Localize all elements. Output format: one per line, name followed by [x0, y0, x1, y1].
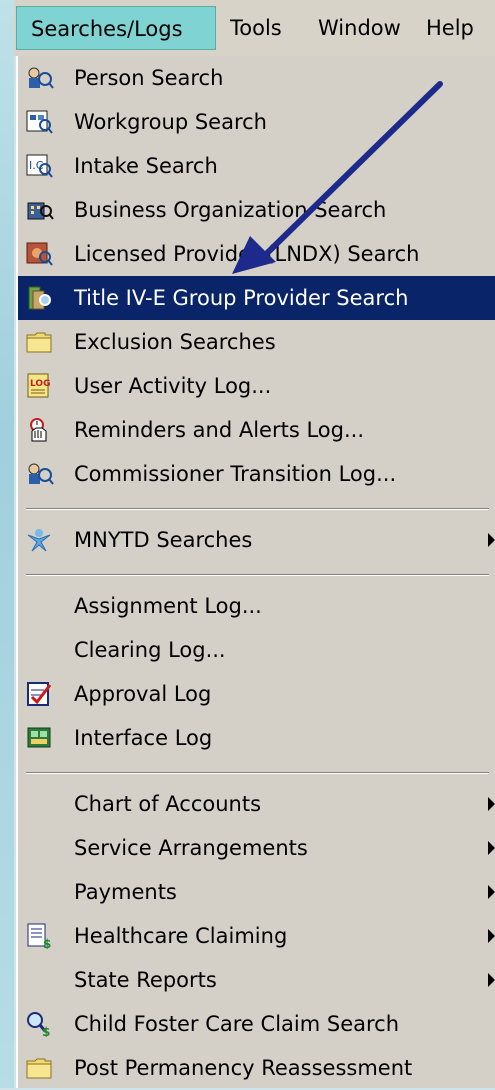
person-search-icon — [26, 65, 54, 91]
menu-item-licensed-provider-search[interactable]: Licensed Provider (LNDX) Search — [18, 232, 495, 276]
menu-item-state-reports[interactable]: State Reports — [18, 958, 495, 1002]
submenu-arrow-icon — [488, 533, 495, 547]
menu-item-label: Approval Log — [74, 682, 212, 706]
menu-item-label: Healthcare Claiming — [74, 924, 288, 948]
submenu-arrow-icon — [488, 797, 495, 811]
menu-item-clearing-log[interactable]: Clearing Log... — [18, 628, 495, 672]
intake-search-icon: I.C — [26, 153, 54, 179]
menu-separator — [26, 772, 489, 774]
menu-item-title-iv-e-group-provider-search[interactable]: Title IV-E Group Provider Search — [18, 276, 495, 320]
submenu-arrow-icon — [488, 973, 495, 987]
menu-item-label: Business Organization Search — [74, 198, 387, 222]
menu-item-label: Reminders and Alerts Log... — [74, 418, 364, 442]
interface-icon — [26, 725, 54, 751]
workgroup-search-icon — [26, 109, 54, 135]
menu-separator — [26, 574, 489, 576]
menu-item-label: Post Permanency Reassessment — [74, 1056, 413, 1080]
menu-item-label: Assignment Log... — [74, 594, 262, 618]
menu-item-exclusion-searches[interactable]: Exclusion Searches — [18, 320, 495, 364]
menu-item-label: Licensed Provider (LNDX) Search — [74, 242, 420, 266]
menu-tools[interactable]: Tools — [216, 6, 300, 50]
claim-search-icon: $ — [26, 1011, 54, 1039]
menu-item-reminders-alerts-log[interactable]: Reminders and Alerts Log... — [18, 408, 495, 452]
star-person-icon — [26, 527, 54, 553]
submenu-arrow-icon — [488, 929, 495, 943]
menu-item-workgroup-search[interactable]: Workgroup Search — [18, 100, 495, 144]
menu-window-label: Window — [318, 16, 401, 40]
alarm-clock-icon — [26, 417, 54, 443]
folder-icon — [26, 1055, 54, 1081]
menu-item-assignment-log[interactable]: Assignment Log... — [18, 584, 495, 628]
menu-item-payments[interactable]: Payments — [18, 870, 495, 914]
menu-item-label: Clearing Log... — [74, 638, 226, 662]
approval-checklist-icon — [26, 681, 54, 707]
menu-item-label: Exclusion Searches — [74, 330, 276, 354]
menu-item-interface-log[interactable]: Interface Log — [18, 716, 495, 760]
svg-text:$: $ — [43, 937, 51, 949]
menu-item-intake-search[interactable]: I.C Intake Search — [18, 144, 495, 188]
svg-text:LOG: LOG — [30, 379, 50, 389]
menu-searches-logs-label: Searches/Logs — [31, 17, 183, 41]
menu-bar: Searches/Logs Tools Window Help — [14, 0, 495, 56]
menu-item-post-permanency-reassessment[interactable]: Post Permanency Reassessment — [18, 1046, 495, 1090]
menu-help[interactable]: Help — [412, 6, 492, 50]
menu-item-label: Payments — [74, 880, 177, 904]
menu-item-mnytd-searches[interactable]: MNYTD Searches — [18, 518, 495, 562]
menu-item-approval-log[interactable]: Approval Log — [18, 672, 495, 716]
menu-item-label: Title IV-E Group Provider Search — [74, 286, 409, 310]
desktop-background — [0, 0, 14, 1088]
menu-item-chart-of-accounts[interactable]: Chart of Accounts — [18, 782, 495, 826]
menu-item-label: Commissioner Transition Log... — [74, 462, 397, 486]
menu-item-label: Person Search — [74, 66, 224, 90]
menu-item-label: Chart of Accounts — [74, 792, 262, 816]
menu-item-label: User Activity Log... — [74, 374, 272, 398]
person-search-icon — [26, 461, 54, 487]
menu-item-service-arrangements[interactable]: Service Arrangements — [18, 826, 495, 870]
menu-item-healthcare-claiming[interactable]: $ Healthcare Claiming — [18, 914, 495, 958]
menu-searches-logs[interactable]: Searches/Logs — [16, 6, 216, 50]
log-icon: LOG — [26, 373, 54, 399]
searches-logs-dropdown: Person Search Workgroup Search I.C Intak… — [16, 56, 495, 1088]
healthcare-claim-icon: $ — [26, 923, 54, 951]
menu-item-user-activity-log[interactable]: LOG User Activity Log... — [18, 364, 495, 408]
menu-item-child-foster-care-claim-search[interactable]: $ Child Foster Care Claim Search — [18, 1002, 495, 1046]
menu-tools-label: Tools — [230, 16, 282, 40]
menu-separator — [26, 508, 489, 510]
menu-window[interactable]: Window — [304, 6, 408, 50]
submenu-arrow-icon — [488, 885, 495, 899]
menu-item-commissioner-transition-log[interactable]: Commissioner Transition Log... — [18, 452, 495, 496]
menu-item-label: Workgroup Search — [74, 110, 267, 134]
submenu-arrow-icon — [488, 841, 495, 855]
menu-item-label: Intake Search — [74, 154, 218, 178]
menu-item-label: MNYTD Searches — [74, 528, 253, 552]
group-provider-icon — [26, 285, 54, 311]
folder-icon — [26, 329, 54, 355]
licensed-provider-icon — [26, 241, 54, 267]
svg-text:$: $ — [42, 1025, 50, 1037]
menu-item-label: Interface Log — [74, 726, 213, 750]
menu-item-person-search[interactable]: Person Search — [18, 56, 495, 100]
menu-item-label: Child Foster Care Claim Search — [74, 1012, 400, 1036]
menu-item-label: State Reports — [74, 968, 217, 992]
menu-help-label: Help — [426, 16, 474, 40]
menu-item-business-organization-search[interactable]: Business Organization Search — [18, 188, 495, 232]
business-search-icon — [26, 197, 54, 223]
menu-item-label: Service Arrangements — [74, 836, 308, 860]
